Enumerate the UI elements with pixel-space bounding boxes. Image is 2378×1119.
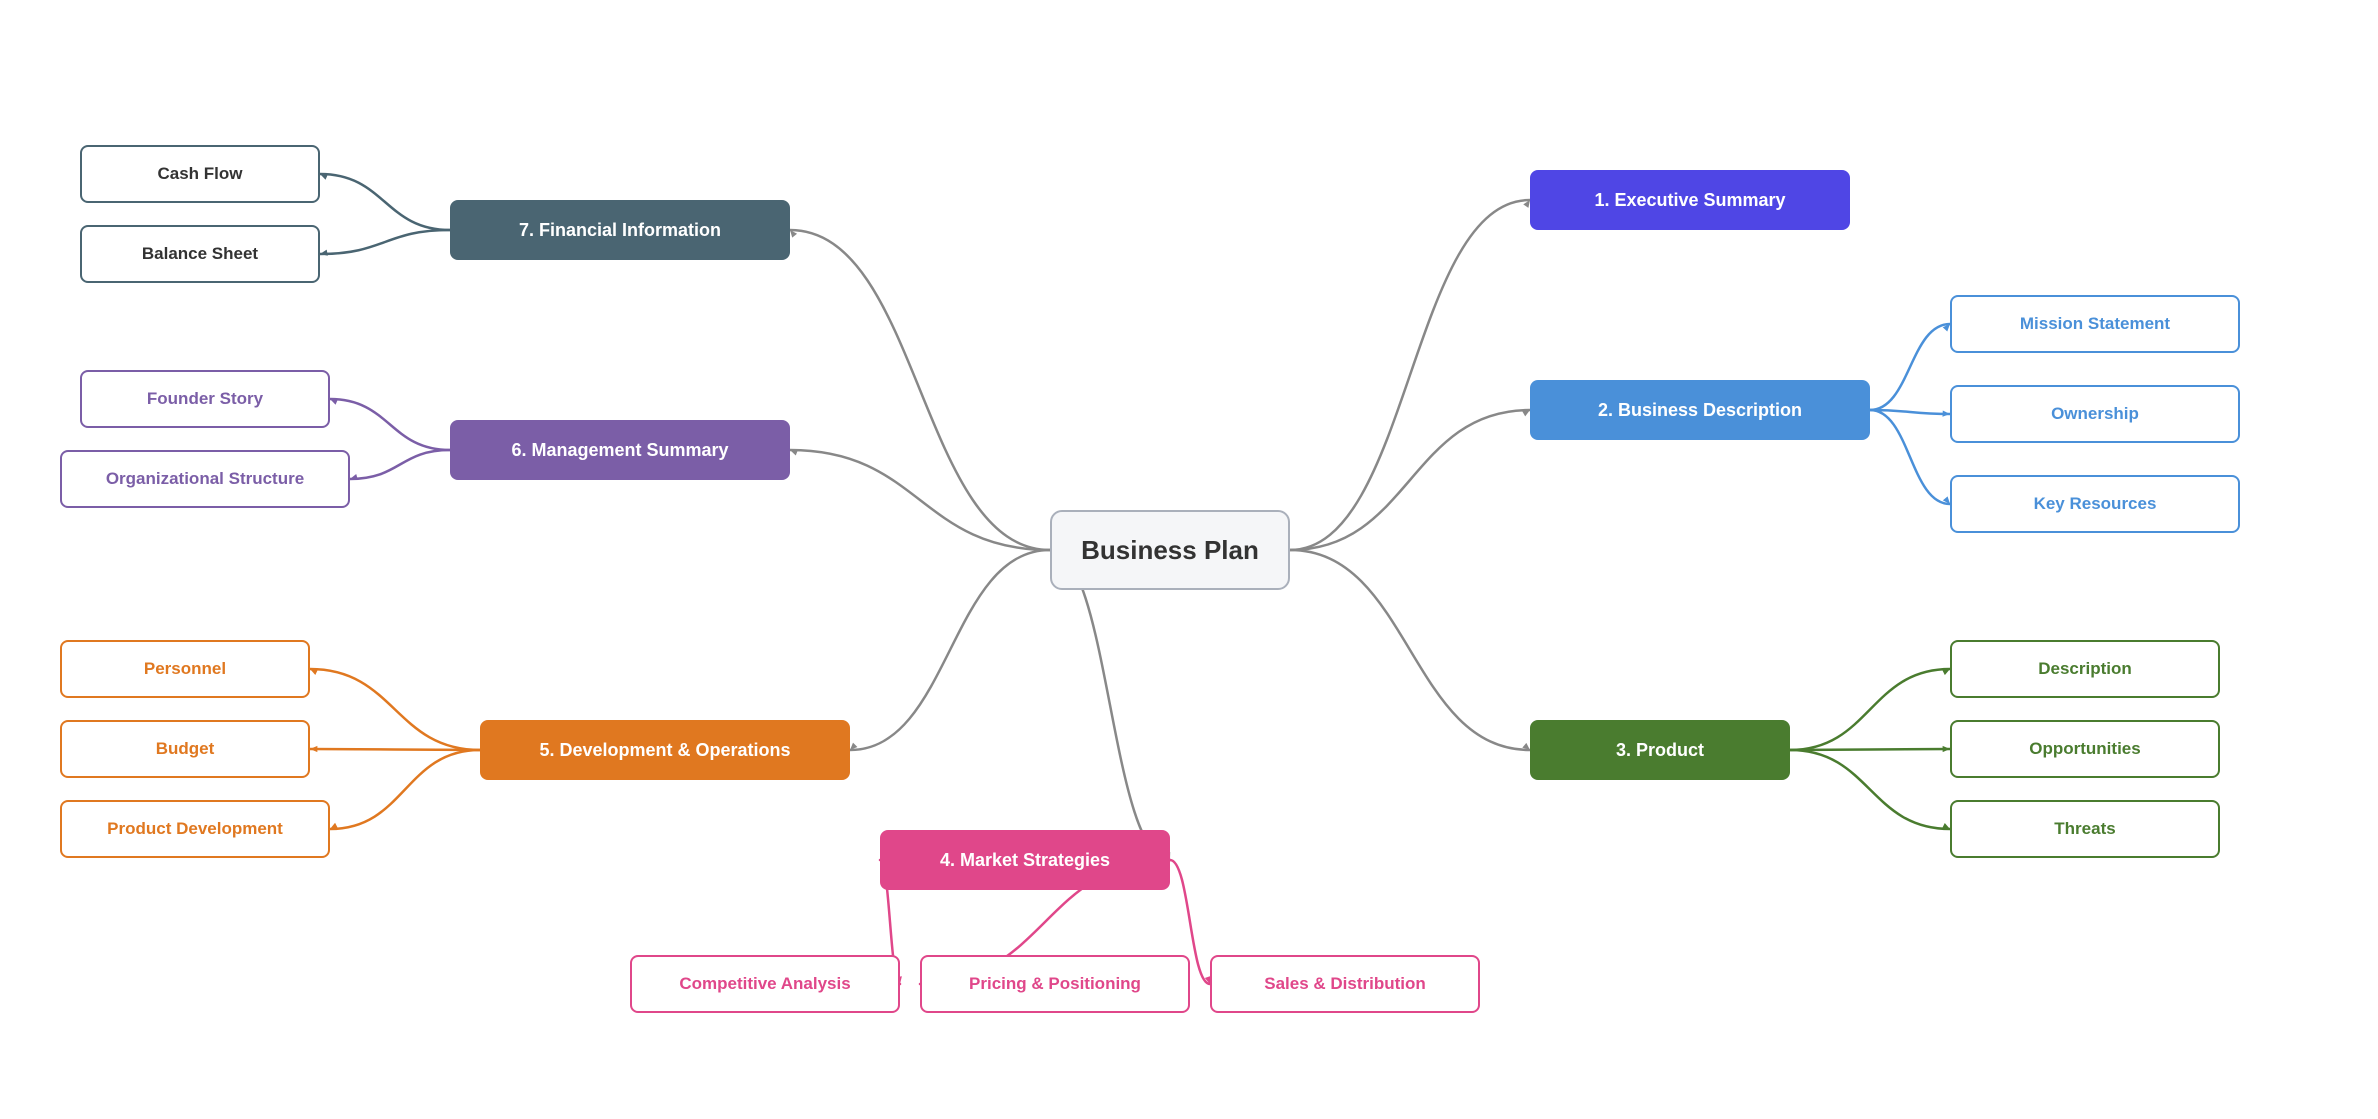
mind-map-canvas: Business Plan 1. Executive Summary 2. Busi…	[0, 0, 2378, 1119]
leaf-node-fin-0[interactable]: Cash Flow	[80, 145, 320, 203]
leaf-node-product-0[interactable]: Description	[1950, 640, 2220, 698]
leaf-node-biz-0[interactable]: Mission Statement	[1950, 295, 2240, 353]
leaf-node-product-2[interactable]: Threats	[1950, 800, 2220, 858]
center-node[interactable]: Business Plan	[1050, 510, 1290, 590]
branch-node-fin[interactable]: 7. Financial Information	[450, 200, 790, 260]
leaf-node-mgmt-1[interactable]: Organizational Structure	[60, 450, 350, 508]
branch-node-devops[interactable]: 5. Development & Operations	[480, 720, 850, 780]
leaf-node-market-0[interactable]: Competitive Analysis	[630, 955, 900, 1013]
leaf-node-devops-0[interactable]: Personnel	[60, 640, 310, 698]
leaf-node-biz-1[interactable]: Ownership	[1950, 385, 2240, 443]
leaf-node-product-1[interactable]: Opportunities	[1950, 720, 2220, 778]
leaf-node-fin-1[interactable]: Balance Sheet	[80, 225, 320, 283]
branch-node-market[interactable]: 4. Market Strategies	[880, 830, 1170, 890]
branch-node-product[interactable]: 3. Product	[1530, 720, 1790, 780]
leaf-node-mgmt-0[interactable]: Founder Story	[80, 370, 330, 428]
leaf-node-market-1[interactable]: Pricing & Positioning	[920, 955, 1190, 1013]
branch-node-biz[interactable]: 2. Business Description	[1530, 380, 1870, 440]
branch-node-exec[interactable]: 1. Executive Summary	[1530, 170, 1850, 230]
leaf-node-devops-1[interactable]: Budget	[60, 720, 310, 778]
leaf-node-biz-2[interactable]: Key Resources	[1950, 475, 2240, 533]
branch-node-mgmt[interactable]: 6. Management Summary	[450, 420, 790, 480]
leaf-node-market-2[interactable]: Sales & Distribution	[1210, 955, 1480, 1013]
leaf-node-devops-2[interactable]: Product Development	[60, 800, 330, 858]
